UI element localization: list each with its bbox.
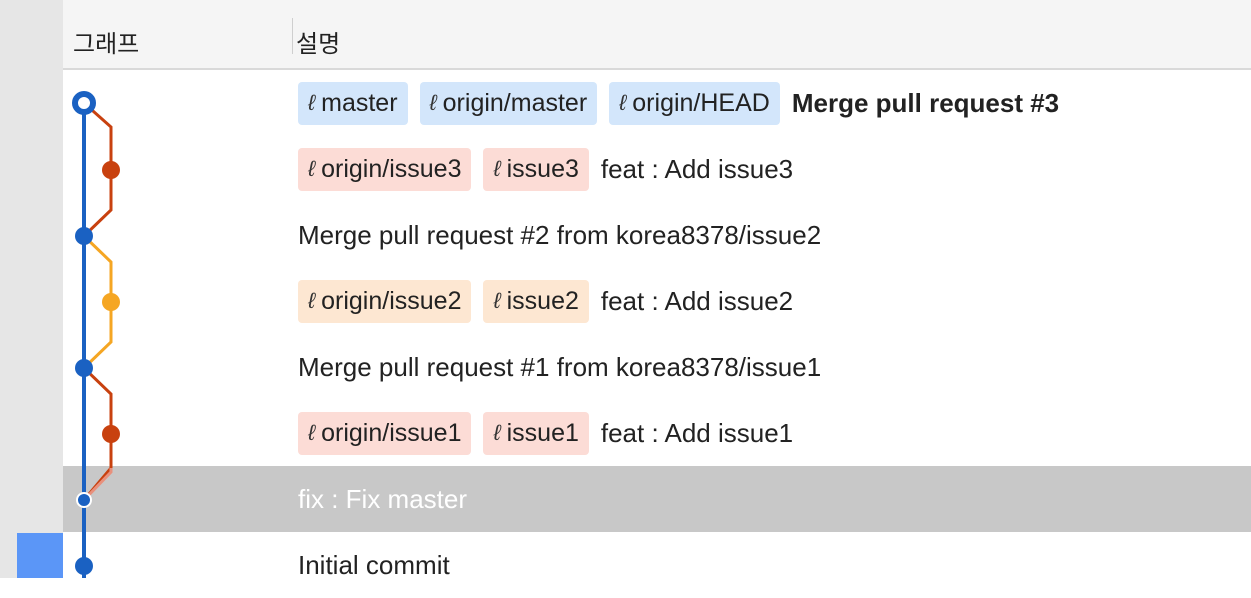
branch-tag[interactable]: ℓ origin/issue3 [298,147,472,191]
left-gutter [0,0,63,578]
branch-icon: ℓ [493,288,501,313]
graph-node-fix [76,492,92,508]
branch-icon: ℓ [493,156,501,181]
branch-tag[interactable]: ℓ origin/issue1 [298,411,472,455]
branch-tag[interactable]: ℓ origin/master [419,81,598,125]
branch-tag-label: origin/issue1 [321,418,462,447]
graph-node-merge1 [75,359,93,377]
description-column-header[interactable]: 설명 [296,24,340,59]
branch-tag[interactable]: ℓ issue1 [483,411,589,455]
graph-node-issue1 [102,425,120,443]
branch-icon: ℓ [308,156,316,181]
column-header: 그래프 설명 [63,0,1251,70]
branch-tag[interactable]: ℓ origin/issue2 [298,279,472,323]
branch-tag[interactable]: ℓ origin/HEAD [609,81,780,125]
branch-icon: ℓ [308,90,316,115]
branch-icon: ℓ [429,90,437,115]
branch-icon: ℓ [308,288,316,313]
branch-tag-label: issue3 [506,154,579,183]
graph-node-initial [75,557,93,575]
commit-message: Merge pull request #1 from korea8378/iss… [298,351,822,382]
branch-tag-label: issue2 [506,286,579,315]
commit-message: fix : Fix master [298,483,468,514]
branch-tag-label: origin/HEAD [632,88,770,117]
branch-tag[interactable]: ℓ issue2 [483,279,589,323]
commit-message: Merge pull request #3 [791,87,1060,118]
graph-node-head [72,91,96,115]
commit-message: feat : Add issue3 [600,153,794,184]
graph-node-merge2 [75,227,93,245]
graph-node-issue2 [102,293,120,311]
commit-graph [72,91,120,578]
branch-tag-label: origin/issue3 [321,154,462,183]
branch-tag-label: issue1 [506,418,579,447]
gutter-marker [17,533,63,578]
commit-message: feat : Add issue1 [600,417,794,448]
graph-column-header[interactable]: 그래프 [73,24,139,59]
branch-icon: ℓ [308,420,316,445]
branch-tag-label: origin/master [442,88,588,117]
graph-node-issue3 [102,161,120,179]
branch-icon: ℓ [493,420,501,445]
commit-message: Initial commit [298,549,450,580]
branch-tag-label: master [321,88,398,117]
branch-tag[interactable]: ℓ issue3 [483,147,589,191]
branch-tag-label: origin/issue2 [321,286,462,315]
branch-icon: ℓ [619,90,627,115]
column-separator[interactable] [292,18,293,54]
commit-message: feat : Add issue2 [600,285,794,316]
commit-message: Merge pull request #2 from korea8378/iss… [298,219,822,250]
branch-tag[interactable]: ℓ master [298,81,408,125]
